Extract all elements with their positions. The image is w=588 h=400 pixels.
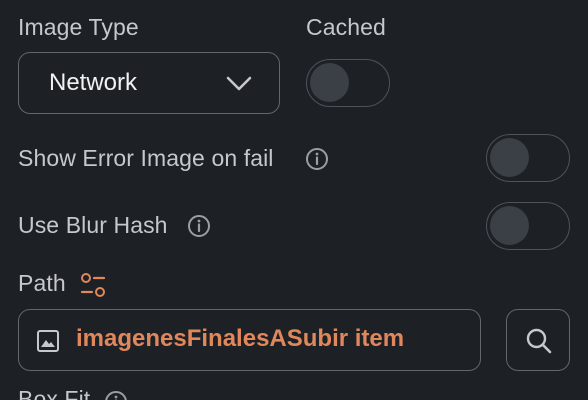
image-icon [37, 330, 59, 352]
cached-label: Cached [306, 14, 386, 40]
show-error-image-label: Show Error Image on fail [18, 145, 274, 171]
search-icon [526, 328, 552, 354]
box-fit-label: Box Fit [18, 386, 91, 400]
path-label: Path [18, 270, 66, 296]
info-icon[interactable] [305, 147, 329, 171]
toggle-knob [490, 206, 529, 245]
show-error-image-toggle[interactable] [486, 134, 570, 182]
cached-toggle[interactable] [306, 59, 390, 107]
path-value: imagenesFinalesASubir item [76, 325, 405, 352]
toggle-knob [310, 63, 349, 102]
image-properties-panel: Image Type Network Cached Show Error Ima… [0, 0, 588, 400]
info-icon[interactable] [187, 214, 211, 238]
path-search-button[interactable] [506, 309, 570, 371]
variable-toggle-icon[interactable] [79, 271, 107, 299]
image-type-dropdown[interactable]: Network [18, 52, 280, 114]
use-blur-hash-toggle[interactable] [486, 202, 570, 250]
toggle-knob [490, 138, 529, 177]
info-icon[interactable] [104, 390, 128, 400]
chevron-down-icon [226, 76, 252, 91]
use-blur-hash-label: Use Blur Hash [18, 212, 168, 238]
image-type-selected-value: Network [49, 69, 138, 96]
path-field[interactable]: imagenesFinalesASubir item [18, 309, 481, 371]
image-type-label: Image Type [18, 14, 139, 40]
